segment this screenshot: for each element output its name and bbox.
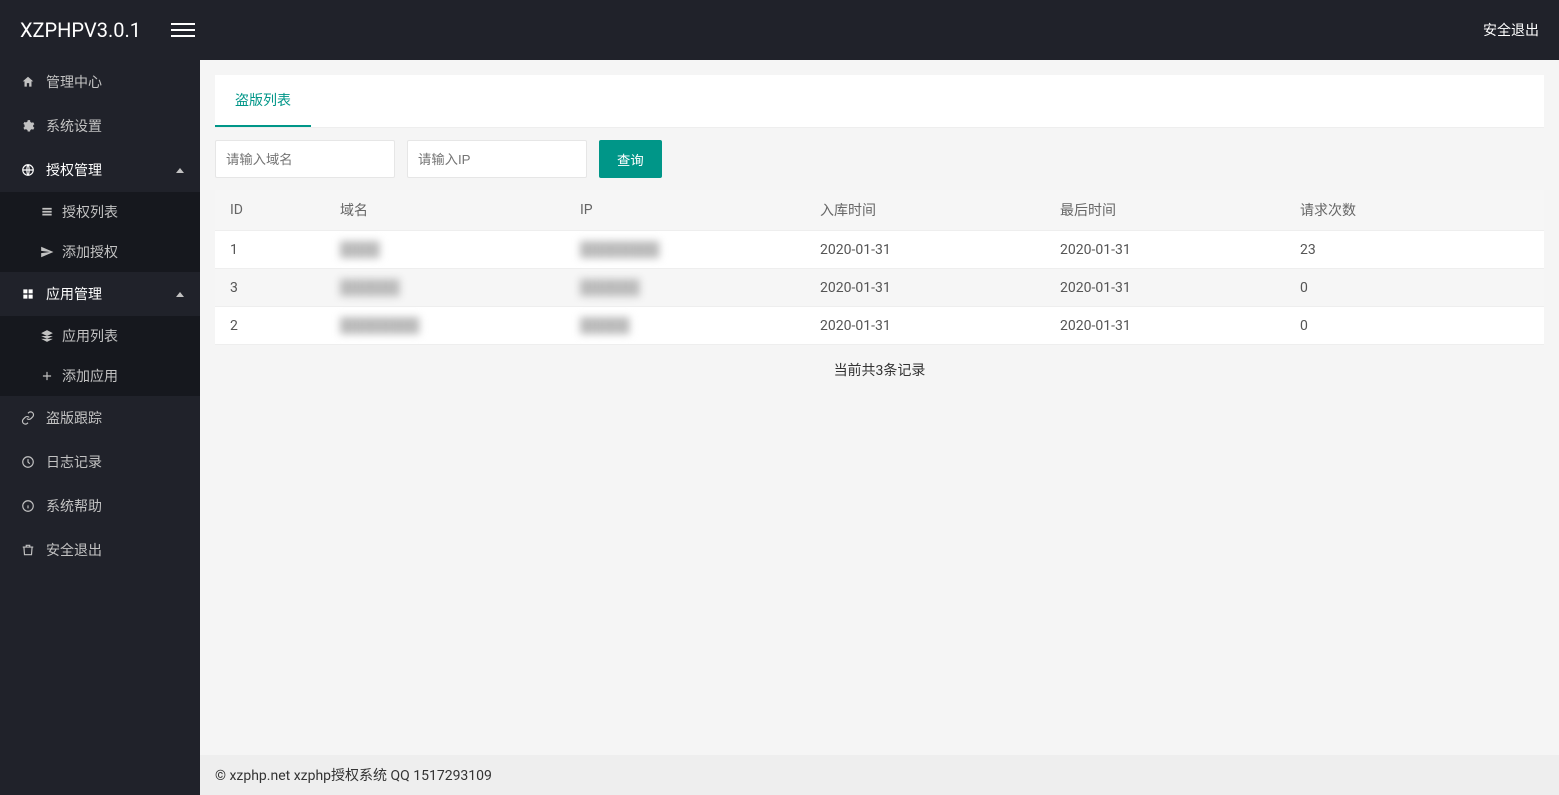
sidebar-item-label: 授权管理 bbox=[46, 160, 102, 180]
gear-icon bbox=[20, 119, 36, 133]
table-row: 1 ████ ████████ 2020-01-31 2020-01-31 23 bbox=[215, 231, 1544, 269]
cell-entry-time: 2020-01-31 bbox=[805, 231, 1045, 269]
cell-ip: █████ bbox=[565, 307, 805, 345]
info-icon bbox=[20, 499, 36, 513]
footer-text: © xzphp.net xzphp授权系统 QQ 1517293109 bbox=[215, 765, 492, 785]
col-ip: IP bbox=[565, 190, 805, 231]
footer: © xzphp.net xzphp授权系统 QQ 1517293109 bbox=[200, 755, 1559, 795]
clock-icon bbox=[20, 455, 36, 469]
col-domain: 域名 bbox=[325, 190, 565, 231]
caret-up-icon bbox=[176, 168, 184, 173]
sidebar-item-system-help[interactable]: 系统帮助 bbox=[0, 484, 200, 528]
sidebar-subitem-label: 添加授权 bbox=[62, 242, 118, 262]
cell-last-time: 2020-01-31 bbox=[1045, 307, 1285, 345]
list-icon bbox=[40, 205, 54, 219]
cell-last-time: 2020-01-31 bbox=[1045, 269, 1285, 307]
sidebar-item-log-record[interactable]: 日志记录 bbox=[0, 440, 200, 484]
cell-ip: ████████ bbox=[565, 231, 805, 269]
sidebar-subitem-add-app[interactable]: 添加应用 bbox=[0, 356, 200, 396]
col-last-time: 最后时间 bbox=[1045, 190, 1285, 231]
layers-icon bbox=[40, 329, 54, 343]
trash-icon bbox=[20, 543, 36, 557]
header: XZPHPV3.0.1 安全退出 bbox=[0, 0, 1559, 60]
filter-bar: 查询 bbox=[215, 128, 1544, 190]
sidebar-item-label: 应用管理 bbox=[46, 284, 102, 304]
tab-piracy-list[interactable]: 盗版列表 bbox=[215, 75, 311, 127]
table-row: 3 ██████ ██████ 2020-01-31 2020-01-31 0 bbox=[215, 269, 1544, 307]
sidebar-subitem-label: 授权列表 bbox=[62, 202, 118, 222]
sidebar-subitem-add-auth[interactable]: 添加授权 bbox=[0, 232, 200, 272]
cell-id: 3 bbox=[215, 269, 325, 307]
cell-request-count: 0 bbox=[1285, 269, 1544, 307]
sidebar-item-label: 日志记录 bbox=[46, 452, 102, 472]
sidebar-item-admin-center[interactable]: 管理中心 bbox=[0, 60, 200, 104]
plus-icon bbox=[40, 369, 54, 383]
record-count: 当前共3条记录 bbox=[215, 345, 1544, 395]
cell-entry-time: 2020-01-31 bbox=[805, 307, 1045, 345]
cell-domain: ██████ bbox=[325, 269, 565, 307]
cell-request-count: 0 bbox=[1285, 307, 1544, 345]
sidebar-item-label: 系统设置 bbox=[46, 116, 102, 136]
cell-entry-time: 2020-01-31 bbox=[805, 269, 1045, 307]
logout-link[interactable]: 安全退出 bbox=[1483, 20, 1539, 40]
col-id: ID bbox=[215, 190, 325, 231]
cell-id: 1 bbox=[215, 231, 325, 269]
send-icon bbox=[40, 245, 54, 259]
query-button[interactable]: 查询 bbox=[599, 140, 662, 178]
cell-ip: ██████ bbox=[565, 269, 805, 307]
col-request-count: 请求次数 bbox=[1285, 190, 1544, 231]
table-row: 2 ████████ █████ 2020-01-31 2020-01-31 0 bbox=[215, 307, 1544, 345]
sidebar-subitem-label: 应用列表 bbox=[62, 326, 118, 346]
sidebar-item-app-management[interactable]: 应用管理 bbox=[0, 272, 200, 316]
cell-request-count: 23 bbox=[1285, 231, 1544, 269]
tabs: 盗版列表 bbox=[215, 75, 1544, 128]
sidebar-item-label: 盗版跟踪 bbox=[46, 408, 102, 428]
domain-input[interactable] bbox=[215, 140, 395, 178]
sidebar-item-label: 安全退出 bbox=[46, 540, 102, 560]
cell-id: 2 bbox=[215, 307, 325, 345]
link-icon bbox=[20, 411, 36, 425]
sidebar-subitem-app-list[interactable]: 应用列表 bbox=[0, 316, 200, 356]
sidebar-item-label: 系统帮助 bbox=[46, 496, 102, 516]
cell-domain: ████████ bbox=[325, 307, 565, 345]
main-content: 盗版列表 查询 ID 域名 IP 入库时间 最后时间 请求次数 1 ████ █… bbox=[200, 60, 1559, 755]
col-entry-time: 入库时间 bbox=[805, 190, 1045, 231]
sidebar-subitem-label: 添加应用 bbox=[62, 366, 118, 386]
sidebar-item-auth-management[interactable]: 授权管理 bbox=[0, 148, 200, 192]
table-header-row: ID 域名 IP 入库时间 最后时间 请求次数 bbox=[215, 190, 1544, 231]
sidebar-item-piracy-tracking[interactable]: 盗版跟踪 bbox=[0, 396, 200, 440]
piracy-table: ID 域名 IP 入库时间 最后时间 请求次数 1 ████ ████████ … bbox=[215, 190, 1544, 345]
home-icon bbox=[20, 75, 36, 89]
cell-last-time: 2020-01-31 bbox=[1045, 231, 1285, 269]
ip-input[interactable] bbox=[407, 140, 587, 178]
menu-toggle-icon[interactable] bbox=[171, 18, 195, 42]
sidebar-item-system-settings[interactable]: 系统设置 bbox=[0, 104, 200, 148]
cell-domain: ████ bbox=[325, 231, 565, 269]
apps-icon bbox=[20, 287, 36, 301]
sidebar-item-label: 管理中心 bbox=[46, 72, 102, 92]
sidebar: 管理中心 系统设置 授权管理 授权列表 添加授权 应用管理 应用列表 添加应用 … bbox=[0, 60, 200, 795]
sidebar-subitem-auth-list[interactable]: 授权列表 bbox=[0, 192, 200, 232]
globe-icon bbox=[20, 163, 36, 177]
sidebar-item-safe-exit[interactable]: 安全退出 bbox=[0, 528, 200, 572]
app-logo: XZPHPV3.0.1 bbox=[20, 18, 141, 42]
caret-up-icon bbox=[176, 292, 184, 297]
